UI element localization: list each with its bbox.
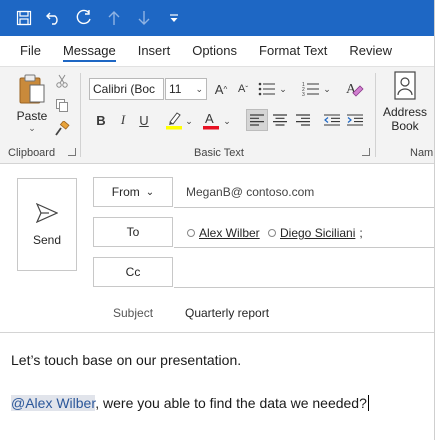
recipient-chip[interactable]: Diego Siciliani; xyxy=(268,226,363,240)
to-button[interactable]: To xyxy=(93,217,173,247)
cc-label: Cc xyxy=(125,265,141,279)
cut-icon[interactable] xyxy=(54,73,70,89)
tab-format-text[interactable]: Format Text xyxy=(248,36,338,66)
recipient-name: Diego Siciliani xyxy=(280,226,356,240)
font-color-dropdown-icon[interactable]: ⌄ xyxy=(223,113,231,129)
bullets-dropdown-icon[interactable]: ⌄ xyxy=(279,81,287,97)
font-size-value: 11 xyxy=(169,82,182,96)
paste-dropdown-icon[interactable]: ⌄ xyxy=(28,123,36,134)
mention-chip[interactable]: @Alex Wilber xyxy=(11,395,96,411)
cc-field-underline[interactable] xyxy=(174,287,435,288)
presence-icon xyxy=(268,229,276,237)
clipboard-icon xyxy=(19,74,45,104)
names-group-label: Nam xyxy=(410,147,434,159)
paste-button[interactable]: Paste ⌄ xyxy=(12,73,52,135)
format-painter-icon[interactable] xyxy=(54,121,70,137)
chevron-down-icon: ⌄ xyxy=(145,186,155,198)
cc-button[interactable]: Cc xyxy=(93,257,173,287)
decrease-indent-icon[interactable] xyxy=(321,109,343,131)
shrink-font-icon[interactable]: Aˇ xyxy=(234,79,252,99)
highlighter-icon[interactable] xyxy=(164,109,184,131)
message-body[interactable]: Let’s touch base on our presentation. @A… xyxy=(0,334,435,440)
tab-message[interactable]: Message xyxy=(52,36,127,66)
copy-icon[interactable] xyxy=(54,97,70,113)
address-book-label-line1: Address xyxy=(382,105,428,119)
text-cursor xyxy=(367,395,369,411)
header-divider xyxy=(0,332,435,333)
numbering-icon[interactable]: 123 xyxy=(300,79,322,99)
body-line-2: @Alex Wilber, were you able to find the … xyxy=(11,395,369,411)
recipient-name: Alex Wilber xyxy=(199,226,260,240)
underline-button[interactable]: U xyxy=(136,110,152,130)
font-size-box[interactable]: 11 ⌄ xyxy=(165,78,207,100)
bold-button[interactable]: B xyxy=(93,110,109,130)
field-underline xyxy=(174,207,435,208)
address-book-button[interactable]: Address Book xyxy=(380,71,430,141)
align-center-icon[interactable] xyxy=(269,109,291,131)
recipient-chip[interactable]: Alex Wilber xyxy=(187,226,260,240)
clear-formatting-icon[interactable]: A xyxy=(344,79,366,99)
grow-font-icon[interactable]: A ^ xyxy=(212,79,230,99)
body-line-2-text: , were you able to find the data we need… xyxy=(95,395,367,411)
numbering-dropdown-icon[interactable]: ⌄ xyxy=(323,81,331,97)
undo-icon[interactable] xyxy=(44,8,64,28)
recipient-separator: ; xyxy=(359,226,363,240)
compose-header: Send From ⌄ MeganB@ contoso.com To Alex … xyxy=(0,165,435,333)
ribbon-tabs: File Message Insert Options Format Text … xyxy=(0,36,435,66)
send-button[interactable]: Send xyxy=(17,178,77,271)
increase-indent-icon[interactable] xyxy=(344,109,366,131)
basic-text-dialog-launcher[interactable] xyxy=(362,148,370,156)
up-arrow-icon[interactable] xyxy=(104,8,124,28)
to-field-underline[interactable] xyxy=(174,247,435,248)
save-icon[interactable] xyxy=(14,8,34,28)
svg-text:3: 3 xyxy=(302,92,305,96)
customize-toolbar-icon[interactable] xyxy=(164,8,184,28)
font-name-box[interactable]: Calibri (Boc xyxy=(89,78,164,100)
send-label: Send xyxy=(32,232,62,247)
paste-label: Paste xyxy=(16,109,48,123)
address-book-icon xyxy=(394,71,416,100)
align-left-icon[interactable] xyxy=(246,109,268,131)
font-name-value: Calibri (Boc xyxy=(93,82,156,96)
from-value: MeganB@ contoso.com xyxy=(186,185,315,199)
to-label: To xyxy=(126,225,140,239)
tab-insert[interactable]: Insert xyxy=(127,36,182,66)
tab-review[interactable]: Review xyxy=(338,36,403,66)
down-arrow-icon[interactable] xyxy=(134,8,154,28)
tab-options[interactable]: Options xyxy=(181,36,248,66)
clipboard-group-label: Clipboard xyxy=(8,147,56,159)
font-color-icon[interactable]: A xyxy=(201,109,221,131)
title-bar xyxy=(0,0,435,36)
subject-field[interactable]: Quarterly report xyxy=(185,306,269,320)
from-button[interactable]: From ⌄ xyxy=(93,177,173,207)
basic-text-group-label: Basic Text xyxy=(194,147,244,159)
clipboard-dialog-launcher[interactable] xyxy=(68,148,76,156)
svg-text:A: A xyxy=(205,111,214,126)
from-label: From xyxy=(111,185,140,199)
ribbon-separator xyxy=(375,73,376,157)
chevron-down-icon: ⌄ xyxy=(195,84,203,94)
highlight-dropdown-icon[interactable]: ⌄ xyxy=(185,113,193,129)
redo-icon[interactable] xyxy=(74,8,94,28)
address-book-label-line2: Book xyxy=(391,119,419,133)
italic-button[interactable]: I xyxy=(115,110,131,130)
subject-label: Subject xyxy=(113,306,154,320)
ribbon-separator xyxy=(80,73,81,157)
tab-file[interactable]: File xyxy=(9,36,52,66)
body-line-1: Let’s touch base on our presentation. xyxy=(11,352,242,368)
align-right-icon[interactable] xyxy=(292,109,314,131)
send-icon xyxy=(36,202,58,223)
bullets-icon[interactable] xyxy=(256,79,278,99)
ribbon: Paste ⌄ Clipboard Calibri (Boc 11 ⌄ A ^ A… xyxy=(0,66,435,164)
presence-icon xyxy=(187,229,195,237)
